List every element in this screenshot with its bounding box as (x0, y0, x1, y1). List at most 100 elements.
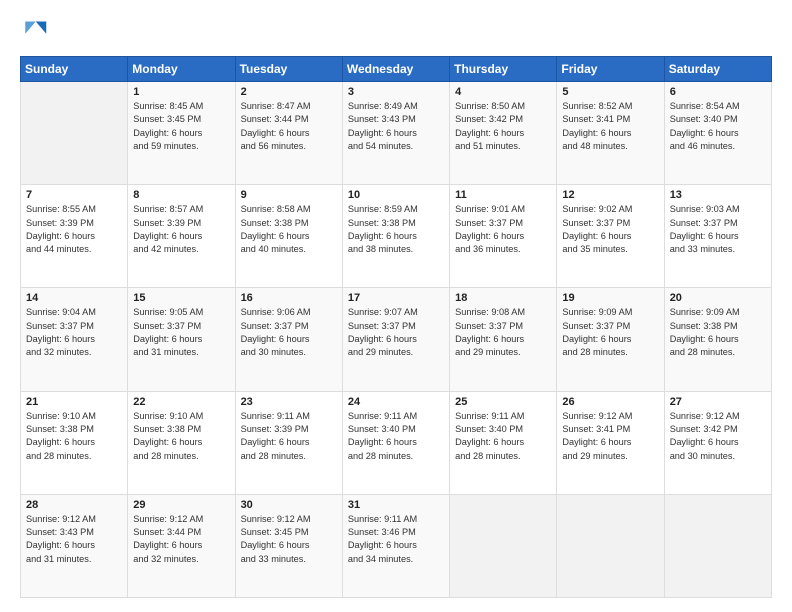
day-number: 26 (562, 396, 658, 408)
day-info: Sunrise: 9:05 AM Sunset: 3:37 PM Dayligh… (133, 306, 229, 359)
day-cell (664, 494, 771, 597)
day-number: 31 (348, 499, 444, 511)
day-number: 9 (241, 189, 337, 201)
day-info: Sunrise: 9:11 AM Sunset: 3:40 PM Dayligh… (348, 410, 444, 463)
day-info: Sunrise: 9:12 AM Sunset: 3:42 PM Dayligh… (670, 410, 766, 463)
day-info: Sunrise: 8:55 AM Sunset: 3:39 PM Dayligh… (26, 203, 122, 256)
day-cell: 5Sunrise: 8:52 AM Sunset: 3:41 PM Daylig… (557, 82, 664, 185)
week-row-0: 1Sunrise: 8:45 AM Sunset: 3:45 PM Daylig… (21, 82, 772, 185)
header-cell-monday: Monday (128, 57, 235, 82)
day-number: 22 (133, 396, 229, 408)
day-number: 5 (562, 86, 658, 98)
calendar-body: 1Sunrise: 8:45 AM Sunset: 3:45 PM Daylig… (21, 82, 772, 598)
day-cell: 3 Sunrise: 8:49 AM Sunset: 3:43 PM Daylig… (342, 82, 449, 185)
day-number: 29 (133, 499, 229, 511)
day-cell: 12 Sunrise: 9:02 AM Sunset: 3:37 PM Dayli… (557, 185, 664, 288)
day-info: Sunrise: 9:06 AM Sunset: 3:37 PM Dayligh… (241, 306, 337, 359)
day-number: 1 (133, 86, 229, 98)
calendar-header: SundayMondayTuesdayWednesdayThursdayFrid… (21, 57, 772, 82)
week-row-1: 7 Sunrise: 8:55 AM Sunset: 3:39 PM Daylig… (21, 185, 772, 288)
day-number: 19 (562, 292, 658, 304)
day-cell: 16 Sunrise: 9:06 AM Sunset: 3:37 PM Dayli… (235, 288, 342, 391)
day-cell: 23Sunrise: 9:11 AM Sunset: 3:39 PM Dayli… (235, 391, 342, 494)
day-info: Sunrise: 9:12 AM Sunset: 3:43 PM Dayligh… (26, 513, 122, 566)
day-cell: 13Sunrise: 9:03 AM Sunset: 3:37 PM Dayli… (664, 185, 771, 288)
day-info: Sunrise: 9:02 AM Sunset: 3:37 PM Dayligh… (562, 203, 658, 256)
day-info: Sunrise: 8:49 AM Sunset: 3:43 PM Dayligh… (348, 100, 444, 153)
day-number: 11 (455, 189, 551, 201)
day-info: Sunrise: 9:12 AM Sunset: 3:45 PM Dayligh… (241, 513, 337, 566)
day-number: 14 (26, 292, 122, 304)
day-number: 2 (241, 86, 337, 98)
day-cell: 7 Sunrise: 8:55 AM Sunset: 3:39 PM Daylig… (21, 185, 128, 288)
day-cell: 30Sunrise: 9:12 AM Sunset: 3:45 PM Dayli… (235, 494, 342, 597)
day-number: 16 (241, 292, 337, 304)
day-cell (21, 82, 128, 185)
day-info: Sunrise: 9:04 AM Sunset: 3:37 PM Dayligh… (26, 306, 122, 359)
header-cell-saturday: Saturday (664, 57, 771, 82)
header-cell-tuesday: Tuesday (235, 57, 342, 82)
page: SundayMondayTuesdayWednesdayThursdayFrid… (0, 0, 792, 612)
day-cell: 26Sunrise: 9:12 AM Sunset: 3:41 PM Dayli… (557, 391, 664, 494)
week-row-2: 14 Sunrise: 9:04 AM Sunset: 3:37 PM Dayli… (21, 288, 772, 391)
day-cell: 17 Sunrise: 9:07 AM Sunset: 3:37 PM Dayli… (342, 288, 449, 391)
week-row-4: 28Sunrise: 9:12 AM Sunset: 3:43 PM Dayli… (21, 494, 772, 597)
day-cell: 2 Sunrise: 8:47 AM Sunset: 3:44 PM Daylig… (235, 82, 342, 185)
day-cell: 9 Sunrise: 8:58 AM Sunset: 3:38 PM Daylig… (235, 185, 342, 288)
day-info: Sunrise: 9:01 AM Sunset: 3:37 PM Dayligh… (455, 203, 551, 256)
day-cell: 27 Sunrise: 9:12 AM Sunset: 3:42 PM Dayli… (664, 391, 771, 494)
day-cell: 15 Sunrise: 9:05 AM Sunset: 3:37 PM Dayli… (128, 288, 235, 391)
day-cell: 19Sunrise: 9:09 AM Sunset: 3:37 PM Dayli… (557, 288, 664, 391)
day-info: Sunrise: 8:59 AM Sunset: 3:38 PM Dayligh… (348, 203, 444, 256)
day-number: 15 (133, 292, 229, 304)
header-cell-wednesday: Wednesday (342, 57, 449, 82)
calendar-table: SundayMondayTuesdayWednesdayThursdayFrid… (20, 56, 772, 598)
day-number: 7 (26, 189, 122, 201)
day-info: Sunrise: 8:58 AM Sunset: 3:38 PM Dayligh… (241, 203, 337, 256)
day-cell: 1Sunrise: 8:45 AM Sunset: 3:45 PM Daylig… (128, 82, 235, 185)
logo (20, 18, 52, 46)
header (20, 18, 772, 46)
day-cell (557, 494, 664, 597)
day-info: Sunrise: 9:03 AM Sunset: 3:37 PM Dayligh… (670, 203, 766, 256)
logo-icon (20, 18, 48, 46)
day-number: 8 (133, 189, 229, 201)
day-number: 25 (455, 396, 551, 408)
day-cell: 20Sunrise: 9:09 AM Sunset: 3:38 PM Dayli… (664, 288, 771, 391)
header-cell-friday: Friday (557, 57, 664, 82)
day-cell: 21 Sunrise: 9:10 AM Sunset: 3:38 PM Dayli… (21, 391, 128, 494)
week-row-3: 21 Sunrise: 9:10 AM Sunset: 3:38 PM Dayli… (21, 391, 772, 494)
day-info: Sunrise: 8:50 AM Sunset: 3:42 PM Dayligh… (455, 100, 551, 153)
day-number: 6 (670, 86, 766, 98)
header-cell-thursday: Thursday (450, 57, 557, 82)
day-info: Sunrise: 9:10 AM Sunset: 3:38 PM Dayligh… (133, 410, 229, 463)
day-cell: 25 Sunrise: 9:11 AM Sunset: 3:40 PM Dayli… (450, 391, 557, 494)
day-info: Sunrise: 8:47 AM Sunset: 3:44 PM Dayligh… (241, 100, 337, 153)
day-number: 12 (562, 189, 658, 201)
header-cell-sunday: Sunday (21, 57, 128, 82)
day-number: 27 (670, 396, 766, 408)
day-number: 17 (348, 292, 444, 304)
day-info: Sunrise: 9:10 AM Sunset: 3:38 PM Dayligh… (26, 410, 122, 463)
day-info: Sunrise: 8:57 AM Sunset: 3:39 PM Dayligh… (133, 203, 229, 256)
day-info: Sunrise: 9:07 AM Sunset: 3:37 PM Dayligh… (348, 306, 444, 359)
day-cell: 10 Sunrise: 8:59 AM Sunset: 3:38 PM Dayli… (342, 185, 449, 288)
day-number: 23 (241, 396, 337, 408)
day-cell: 28Sunrise: 9:12 AM Sunset: 3:43 PM Dayli… (21, 494, 128, 597)
day-number: 4 (455, 86, 551, 98)
day-cell: 24 Sunrise: 9:11 AM Sunset: 3:40 PM Dayli… (342, 391, 449, 494)
day-number: 20 (670, 292, 766, 304)
day-cell: 14 Sunrise: 9:04 AM Sunset: 3:37 PM Dayli… (21, 288, 128, 391)
day-number: 24 (348, 396, 444, 408)
day-number: 10 (348, 189, 444, 201)
day-info: Sunrise: 9:11 AM Sunset: 3:46 PM Dayligh… (348, 513, 444, 566)
day-cell: 6 Sunrise: 8:54 AM Sunset: 3:40 PM Daylig… (664, 82, 771, 185)
day-number: 18 (455, 292, 551, 304)
day-info: Sunrise: 9:11 AM Sunset: 3:40 PM Dayligh… (455, 410, 551, 463)
day-info: Sunrise: 9:12 AM Sunset: 3:44 PM Dayligh… (133, 513, 229, 566)
day-cell: 31 Sunrise: 9:11 AM Sunset: 3:46 PM Dayli… (342, 494, 449, 597)
day-info: Sunrise: 8:54 AM Sunset: 3:40 PM Dayligh… (670, 100, 766, 153)
day-number: 3 (348, 86, 444, 98)
day-number: 21 (26, 396, 122, 408)
day-cell: 22 Sunrise: 9:10 AM Sunset: 3:38 PM Dayli… (128, 391, 235, 494)
